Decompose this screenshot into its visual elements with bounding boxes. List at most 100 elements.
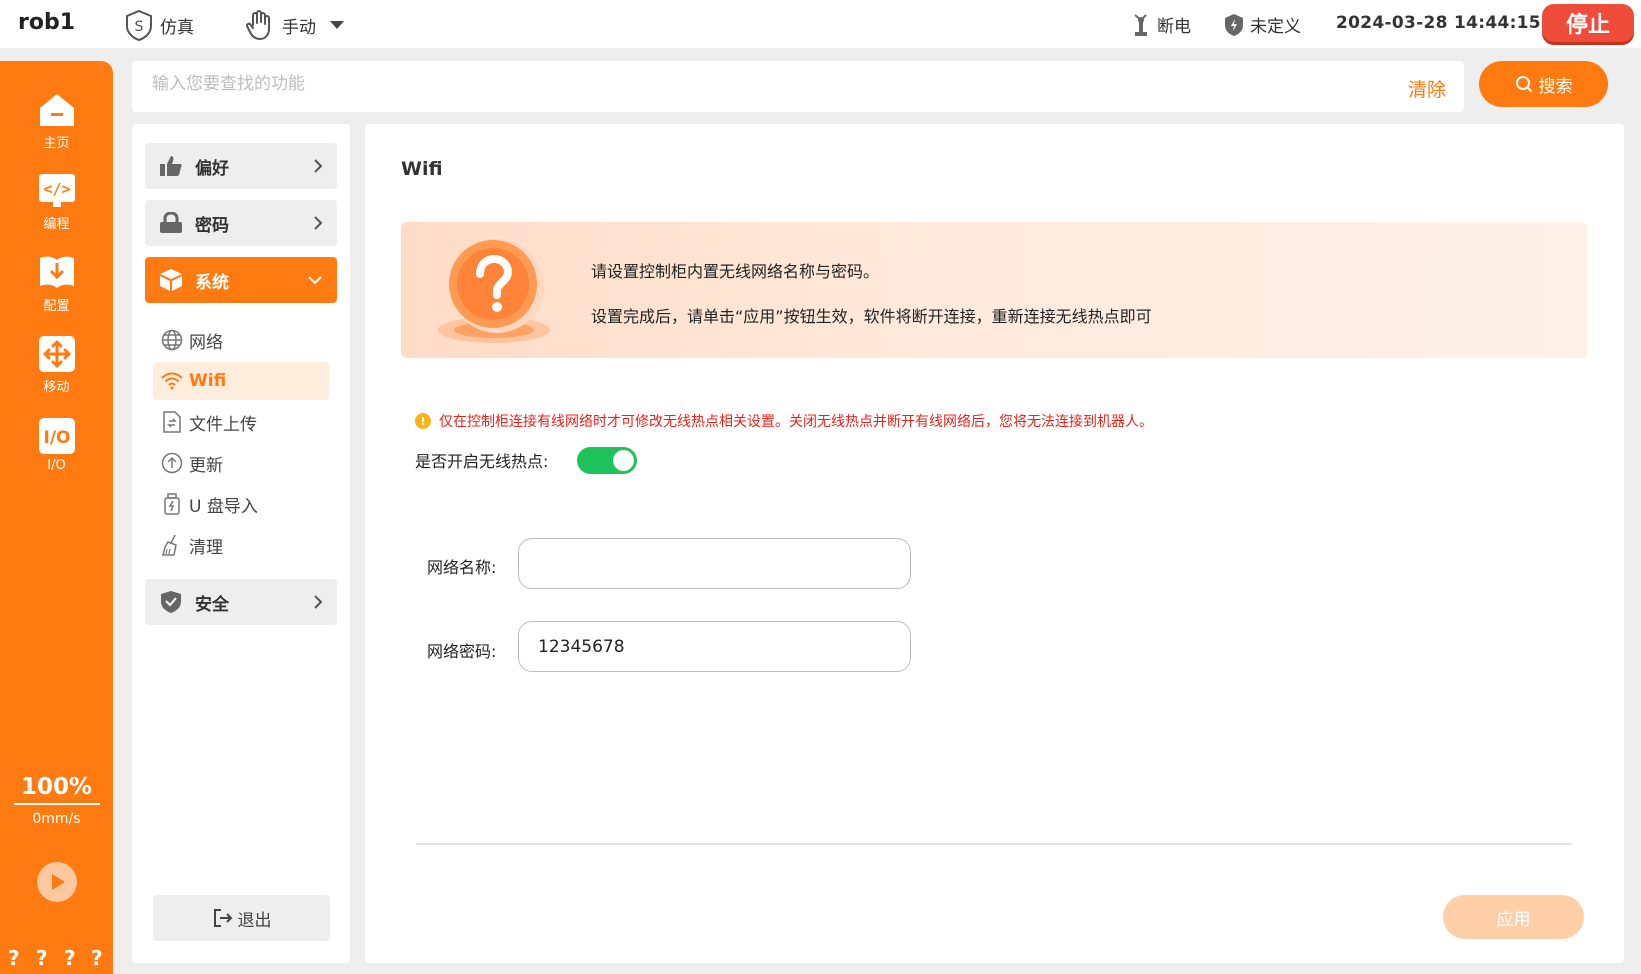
menu-item-network[interactable]: 网络: [153, 321, 329, 359]
shield-bolt-icon: [1225, 13, 1243, 36]
sim-mode-indicator[interactable]: S 仿真: [124, 9, 194, 41]
menu-item-usb-import[interactable]: U 盘导入: [153, 485, 329, 523]
menu-group-preferences[interactable]: 偏好: [145, 143, 337, 189]
logout-label: 退出: [237, 910, 272, 931]
menu-item-label: 文件上传: [189, 414, 257, 435]
wifi-settings-panel: Wifi 请设置控制柜内置无线网络名称与密码。 设置完成后，请单击“应用”按钮生…: [365, 124, 1624, 963]
rail-item-io[interactable]: I/O I/O: [0, 416, 113, 473]
wifi-icon: [161, 372, 185, 390]
rail-label-move: 移动: [43, 380, 70, 395]
thumbs-up-icon: [159, 155, 185, 177]
menu-group-label: 系统: [195, 272, 229, 293]
search-box: [132, 61, 1464, 112]
io-icon: I/O: [37, 416, 77, 456]
warning-icon: !: [415, 413, 431, 429]
svg-text:I/O: I/O: [43, 428, 70, 448]
top-bar: rob1 S 仿真 手动 断电 未定义 2024-03-28 14:44:15 …: [0, 0, 1641, 48]
hotspot-toggle[interactable]: [577, 447, 637, 474]
sim-mode-label: 仿真: [160, 17, 194, 38]
menu-item-wifi[interactable]: Wifi: [153, 362, 329, 400]
menu-item-label: 网络: [189, 332, 223, 353]
menu-item-label: 清理: [189, 537, 223, 558]
file-upload-icon: [161, 411, 185, 433]
menu-item-label: U 盘导入: [189, 496, 258, 517]
search-icon: [1515, 76, 1532, 92]
logout-button[interactable]: 退出: [153, 895, 330, 941]
logout-icon: [213, 909, 232, 927]
menu-item-update[interactable]: 更新: [153, 444, 329, 482]
speed-percent: 100%: [20, 774, 93, 800]
menu-item-cleanup[interactable]: 清理: [153, 526, 329, 564]
speed-indicator[interactable]: 100% 0mm/s: [0, 774, 113, 827]
svg-text:S: S: [135, 19, 144, 35]
menu-group-password[interactable]: 密码: [145, 200, 337, 246]
ssid-input[interactable]: [518, 538, 911, 589]
safety-status-label: 未定义: [1250, 17, 1301, 37]
chevron-right-icon: [313, 215, 323, 231]
rail-label-programming: 编程: [43, 217, 70, 232]
apply-button[interactable]: 应用: [1443, 895, 1584, 939]
question-coin-icon: [438, 239, 550, 343]
menu-item-label: 更新: [189, 455, 223, 476]
safety-status: 未定义: [1224, 12, 1301, 37]
rail-item-move[interactable]: 移动: [0, 334, 113, 395]
menu-group-safety[interactable]: 安全: [145, 579, 337, 625]
page-title: Wifi: [401, 158, 443, 180]
banner-text-line2: 设置完成后，请单击“应用”按钮生效，软件将断开连接，重新连接无线热点即可: [591, 307, 1152, 326]
toggle-knob: [613, 450, 634, 471]
info-banner: 请设置控制柜内置无线网络名称与密码。 设置完成后，请单击“应用”按钮生效，软件将…: [401, 222, 1587, 358]
menu-item-file-upload[interactable]: 文件上传: [153, 403, 329, 441]
menu-group-system[interactable]: 系统: [145, 257, 337, 303]
rail-item-programming[interactable]: </> 编程: [0, 171, 113, 232]
search-input[interactable]: [152, 74, 1352, 94]
menu-item-label: Wifi: [189, 371, 227, 391]
search-button-label: 搜索: [1538, 76, 1573, 97]
warning-message: ! 仅在控制柜连接有线网络时才可修改无线热点相关设置。关闭无线热点并断开有线网络…: [415, 411, 1153, 431]
speed-divider: [13, 803, 100, 805]
help-mark: ?: [8, 946, 20, 970]
rail-item-config[interactable]: 配置: [0, 253, 113, 314]
manual-mode-label: 手动: [282, 17, 316, 38]
power-status: 断电: [1131, 12, 1191, 37]
robot-arm-icon: [1134, 13, 1147, 36]
speed-value: 0mm/s: [32, 811, 81, 827]
update-icon: [161, 452, 185, 474]
chevron-down-icon: [330, 21, 344, 29]
code-icon: </>: [37, 171, 77, 211]
rail-label-config: 配置: [43, 299, 70, 314]
stop-button[interactable]: 停止: [1542, 4, 1634, 42]
search-button[interactable]: 搜索: [1479, 61, 1608, 107]
usb-icon: [161, 493, 185, 515]
hand-icon: [246, 10, 270, 40]
banner-text-line1: 请设置控制柜内置无线网络名称与密码。: [591, 262, 880, 281]
warning-text: 仅在控制柜连接有线网络时才可修改无线热点相关设置。关闭无线热点并断开有线网络后，…: [439, 414, 1153, 430]
sim-shield-icon: S: [126, 9, 152, 41]
lock-icon: [159, 212, 185, 234]
chevron-right-icon: [313, 594, 323, 610]
cube-icon: [159, 268, 185, 292]
password-input[interactable]: [518, 621, 911, 672]
manual-mode-dropdown[interactable]: 手动: [244, 9, 352, 41]
help-mark: ?: [64, 946, 76, 970]
help-mark: ?: [91, 946, 103, 970]
play-button[interactable]: [37, 862, 77, 902]
rail-label-home: 主页: [43, 136, 70, 151]
chevron-right-icon: [313, 158, 323, 174]
settings-menu: 偏好 密码 系统 网络 Wifi 文件上传 更新 U 盘导入 清理 安全 退出: [132, 124, 350, 963]
power-status-label: 断电: [1157, 17, 1191, 37]
menu-group-label: 密码: [195, 215, 229, 236]
svg-text:</>: </>: [43, 180, 70, 198]
chevron-down-icon: [307, 275, 323, 285]
menu-group-label: 安全: [195, 594, 229, 615]
hotspot-label: 是否开启无线热点:: [415, 452, 549, 471]
robot-name: rob1: [18, 10, 76, 35]
rail-item-home[interactable]: 主页: [0, 90, 113, 151]
home-icon: [37, 90, 77, 130]
ssid-label: 网络名称:: [427, 558, 497, 577]
password-label: 网络密码:: [427, 642, 497, 661]
config-icon: [37, 253, 77, 293]
clear-button[interactable]: 清除: [1408, 75, 1446, 102]
move-icon: [37, 334, 77, 374]
divider: [416, 843, 1572, 845]
shield-check-icon: [159, 590, 185, 614]
